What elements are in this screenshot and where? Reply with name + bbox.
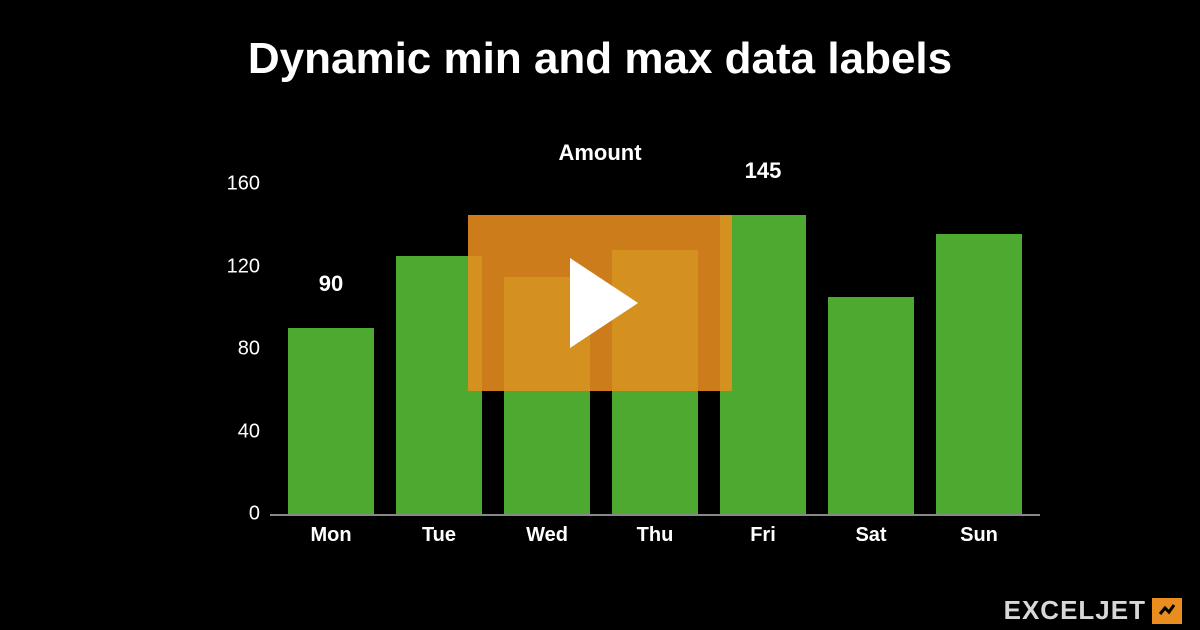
x-label: Tue — [396, 516, 482, 564]
x-label: Sun — [936, 516, 1022, 564]
page-title: Dynamic min and max data labels — [0, 34, 1200, 84]
y-tick-label: 120 — [220, 255, 260, 278]
chart-title: Amount — [0, 140, 1200, 166]
x-label: Wed — [504, 516, 590, 564]
x-label: Fri — [720, 516, 806, 564]
y-tick-label: 0 — [220, 503, 260, 526]
bar-mon: 90 — [288, 184, 374, 514]
y-tick-label: 160 — [220, 173, 260, 196]
play-icon — [560, 258, 640, 348]
x-label: Sat — [828, 516, 914, 564]
data-label: 145 — [745, 158, 782, 184]
bar-fri: 145 — [720, 184, 806, 514]
brand-mark-icon — [1152, 598, 1182, 624]
brand-text: EXCELJET — [1004, 595, 1146, 626]
y-tick-label: 80 — [220, 338, 260, 361]
bar — [828, 297, 914, 514]
y-tick-label: 40 — [220, 420, 260, 443]
data-label: 90 — [319, 271, 343, 297]
bar-sun — [936, 184, 1022, 514]
bar-sat — [828, 184, 914, 514]
play-button[interactable] — [468, 215, 732, 391]
bar — [288, 328, 374, 514]
bar — [936, 234, 1022, 515]
brand-logo: EXCELJET — [1004, 595, 1182, 626]
x-label: Mon — [288, 516, 374, 564]
bar — [720, 215, 806, 514]
x-axis-labels: Mon Tue Wed Thu Fri Sat Sun — [270, 516, 1040, 564]
x-label: Thu — [612, 516, 698, 564]
